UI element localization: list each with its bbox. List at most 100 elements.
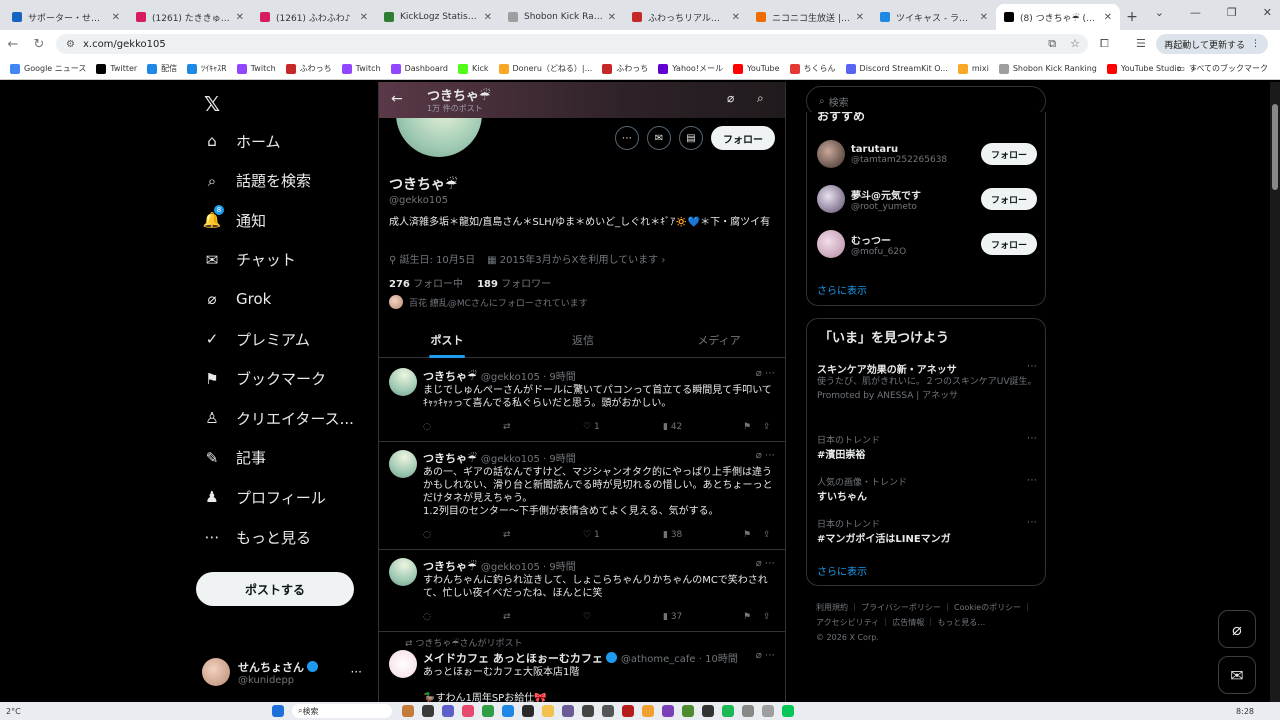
show-more-link[interactable]: さらに表示 [817,282,867,297]
tab-media[interactable]: メディア [651,322,785,358]
messages-fab[interactable]: ✉ [1218,656,1256,694]
message-icon[interactable]: ✉ [647,126,671,150]
like-button[interactable]: ♡ [583,612,663,622]
grok-fab[interactable]: ⌀ [1218,610,1256,648]
joined-link[interactable]: ▦ 2015年3月からXを利用しています › [487,251,665,266]
retweet-icon[interactable]: ⇄ [503,612,583,622]
bookmark-item[interactable]: ﾂｲｷｬｽR [187,63,227,74]
tweet-time[interactable]: 10時間 [705,654,738,665]
app-icon[interactable] [562,705,574,717]
bookmark-item[interactable]: mixi [957,63,989,74]
browser-tab[interactable]: (1261) ふわふわ♪ ✕ [252,4,376,30]
trend-item[interactable]: 日本のトレンド #マンガポイ活はLINEマンガ ⋯ [817,517,1037,545]
reply-icon[interactable]: ◌ [423,530,503,540]
app-icon[interactable] [702,705,714,717]
follow-button[interactable]: フォロー [980,233,1037,255]
app-icon[interactable] [622,705,634,717]
more-icon[interactable]: ··· [351,665,362,679]
views-button[interactable]: ▮ 37 [663,612,743,622]
browser-tab[interactable]: KickLogz Statistics ✕ [376,4,500,30]
post-button[interactable]: ポストする [196,572,354,606]
bookmark-item[interactable]: Twitch [341,63,381,74]
close-window-icon[interactable]: ✕ [1263,6,1272,19]
views-button[interactable]: ▮ 42 [663,422,743,432]
bookmark-icon[interactable]: ⚑ [743,612,763,622]
repost-label[interactable]: つきちゃ☔さんがリポスト [415,639,522,649]
app-icon[interactable] [662,705,674,717]
tweet[interactable]: ⇄ つきちゃ☔さんがリポスト メイドカフェ あっとほぉーむカフェ @athome_… [379,632,785,702]
weather-widget[interactable]: 2°C [6,707,21,716]
tweet-author[interactable]: つきちゃ☔ [423,452,477,465]
nav-item-5[interactable]: ✓ プレミアム [202,324,310,354]
bookmark-item[interactable]: YouTube [733,63,780,74]
more-icon[interactable]: ⋯ [1027,433,1037,444]
share-icon[interactable]: ⇪ [763,612,771,622]
sidepanel-icon[interactable]: ☰ [1136,37,1146,50]
scrollbar[interactable] [1270,82,1280,702]
browser-tab[interactable]: ツイキャス - ライブでつな ✕ [872,4,996,30]
views-button[interactable]: ▮ 38 [663,530,743,540]
app-icon[interactable] [742,705,754,717]
reply-icon[interactable]: ◌ [423,422,503,432]
browser-tab-active[interactable]: (8) つきちゃ☔ (@gek ✕ [996,4,1120,30]
bookmark-item[interactable]: ふわっち [602,63,648,74]
nav-item-1[interactable]: ⌕ 話題を検索 [202,166,311,196]
tab-search-icon[interactable]: ⌄ [1155,6,1164,19]
bookmark-item[interactable]: Twitch [236,63,276,74]
avatar[interactable] [389,368,417,396]
more-icon[interactable]: ⋯ [765,558,775,569]
close-icon[interactable]: ✕ [980,12,988,23]
relaunch-button[interactable]: 再起動して更新する ⋮ [1156,34,1268,54]
tab-posts[interactable]: ポスト [379,322,515,358]
app-icon[interactable] [462,705,474,717]
close-icon[interactable]: ✕ [112,12,120,23]
bookmark-icon[interactable]: ⚑ [743,530,763,540]
tweet-time[interactable]: 9時間 [549,372,575,383]
tweet[interactable]: つきちゃ☔ @gekko105 · 9時間 ⌀ ⋯ まじでしゅんぺーさんがドールに… [379,360,785,442]
bookmark-item[interactable]: Google ニュース [10,63,86,74]
tweet-author[interactable]: つきちゃ☔ [423,370,477,383]
start-icon[interactable] [272,705,284,717]
follow-button[interactable]: フォロー [711,126,775,150]
grok-icon[interactable]: ⌀ [756,558,762,569]
more-icon[interactable]: ⋯ [615,126,639,150]
suggestion-row[interactable]: 夢斗@元気です @root_yumeto フォロー [817,185,1037,213]
follow-button[interactable]: フォロー [980,143,1037,165]
tweet-menu[interactable]: ⌀ ⋯ [756,368,775,379]
bookmark-item[interactable]: Shobon Kick Ranking [998,63,1097,74]
grok-icon[interactable]: ⌀ [756,650,762,661]
kebab-menu-icon[interactable]: ⋮ [1251,39,1260,49]
nav-item-4[interactable]: ⌀ Grok [202,284,271,314]
tweet-time[interactable]: 9時間 [549,454,575,465]
avatar[interactable] [389,558,417,586]
app-icon[interactable] [502,705,514,717]
followed-by[interactable]: 百花 繚乱@MCさんにフォローされています [389,295,588,309]
more-icon[interactable]: ⋯ [1027,475,1037,486]
bookmark-item[interactable]: ふわっち [285,63,332,74]
folder-icon[interactable] [542,705,554,717]
tweet[interactable]: つきちゃ☔ @gekko105 · 9時間 ⌀ ⋯ あの一、ギアの話なんですけど、… [379,442,785,550]
tweet-author[interactable]: つきちゃ☔ [423,560,477,573]
nav-item-8[interactable]: ✎ 記事 [202,443,266,473]
nav-item-7[interactable]: ♙ クリエイタース... [202,403,354,433]
more-icon[interactable]: ⋯ [765,650,775,661]
more-icon[interactable]: ⋯ [1027,517,1037,528]
bookmark-item[interactable]: 配信 [147,63,177,74]
more-icon[interactable]: ⋯ [765,368,775,379]
bookmark-item[interactable]: ちくらん [789,63,836,74]
app-icon[interactable] [762,705,774,717]
reply-icon[interactable]: ◌ [423,612,503,622]
app-icon[interactable] [442,705,454,717]
tweet-menu[interactable]: ⌀ ⋯ [756,558,775,569]
close-icon[interactable]: ✕ [236,12,244,23]
app-icon[interactable] [422,705,434,717]
reload-icon[interactable]: ↻ [26,37,52,52]
grok-icon[interactable]: ⌀ [756,450,762,461]
app-icon[interactable] [642,705,654,717]
search-icon[interactable]: ⌕ [757,91,764,106]
browser-tab[interactable]: ニコニコ生放送 | リアル ✕ [748,4,872,30]
close-icon[interactable]: ✕ [608,12,616,23]
followers-link[interactable]: 189 フォロワー [477,275,551,290]
nav-item-9[interactable]: ♟ プロフィール [202,482,325,512]
nav-item-3[interactable]: ✉ チャット [202,245,296,275]
